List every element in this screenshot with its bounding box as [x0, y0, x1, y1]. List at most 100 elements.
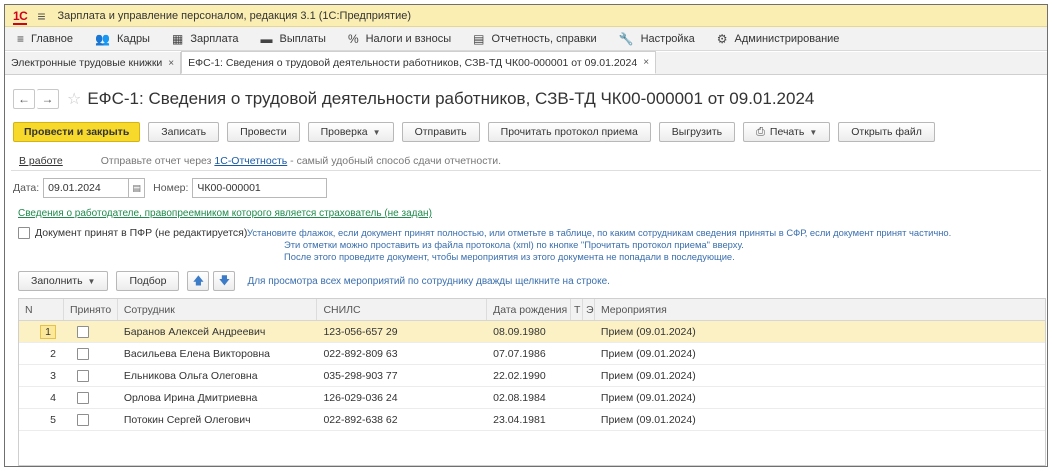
- close-icon[interactable]: ×: [168, 58, 174, 69]
- t-cell: [571, 387, 583, 408]
- menu-item-label: Налоги и взносы: [365, 32, 452, 45]
- back-button[interactable]: ←: [13, 89, 35, 109]
- menu-item-admin[interactable]: ⚙ Администрирование: [717, 32, 840, 46]
- table-row[interactable]: 1 Баранов Алексей Андреевич 123-056-657 …: [19, 321, 1045, 343]
- menu-item-label: Администрирование: [734, 32, 840, 45]
- events-cell: Прием (09.01.2024): [600, 347, 696, 360]
- column-header-events[interactable]: Мероприятия: [595, 299, 1045, 320]
- employer-info-link[interactable]: Сведения о работодателе, правопреемником…: [18, 208, 432, 219]
- birth-date-cell: 02.08.1984: [493, 391, 546, 404]
- tab-electronic-work-books[interactable]: Электронные трудовые книжки ×: [5, 52, 182, 74]
- save-button[interactable]: Записать: [148, 122, 220, 142]
- send-button[interactable]: Отправить: [401, 122, 480, 142]
- table-header: N Принято Сотрудник СНИЛС Дата рождения …: [19, 299, 1045, 321]
- row-accepted-checkbox[interactable]: [76, 391, 89, 404]
- printer-icon: ⎙: [756, 125, 765, 138]
- upload-button[interactable]: Выгрузить: [658, 122, 736, 142]
- table-row[interactable]: 5 Потокин Сергей Олегович 022-892-638 62…: [19, 409, 1045, 431]
- hint-line: Установите флажок, если документ принят …: [247, 227, 952, 238]
- events-cell: Прием (09.01.2024): [600, 391, 696, 404]
- table-row[interactable]: 2 Васильева Елена Викторовна 022-892-809…: [19, 343, 1045, 365]
- button-label: Заполнить: [31, 275, 83, 287]
- employee-cell: Потокин Сергей Олегович: [123, 413, 251, 426]
- calculator-icon: ▦: [171, 31, 184, 46]
- number-field[interactable]: ЧК00-000001: [192, 178, 328, 198]
- favorite-star-icon[interactable]: ☆: [67, 89, 81, 109]
- menu-item-salary[interactable]: ▦ Зарплата: [172, 32, 239, 46]
- menu-item-label: Кадры: [117, 32, 150, 45]
- column-header-t[interactable]: Т: [571, 299, 583, 320]
- accepted-cell: [64, 387, 118, 408]
- birth-date-cell: 07.07.1986: [493, 347, 546, 360]
- button-label: Печать: [769, 126, 805, 138]
- menu-item-hr[interactable]: 👥 Кадры: [95, 32, 150, 46]
- column-header-employee[interactable]: Сотрудник: [118, 299, 318, 320]
- status-message: Отправьте отчет через 1С-Отчетность - са…: [101, 155, 501, 167]
- hint-line: После этого проведите документ, чтобы ме…: [284, 251, 735, 262]
- snils-cell: 126-029-036 24: [323, 391, 398, 404]
- percent-icon: %: [347, 31, 359, 46]
- date-field[interactable]: 09.01.2024: [43, 178, 130, 198]
- read-protocol-button[interactable]: Прочитать протокол приема: [487, 122, 651, 142]
- close-icon[interactable]: ×: [643, 57, 649, 68]
- table-row[interactable]: 4 Орлова Ирина Дмитриевна 126-029-036 24…: [19, 387, 1045, 409]
- caret-down-icon: ▼: [809, 127, 818, 137]
- snils-cell: 022-892-809 63: [323, 347, 398, 360]
- wrench-icon: 🔧: [618, 31, 634, 46]
- forward-button[interactable]: →: [37, 89, 59, 109]
- fill-dropdown-button[interactable]: Заполнить ▼: [18, 271, 109, 291]
- accepted-cell: [64, 321, 118, 342]
- row-number: 2: [50, 347, 56, 360]
- check-dropdown-button[interactable]: Проверка ▼: [307, 122, 394, 142]
- row-accepted-checkbox[interactable]: [76, 325, 89, 338]
- post-and-close-button[interactable]: Провести и закрыть: [13, 122, 141, 142]
- accepted-checkbox[interactable]: [18, 227, 30, 239]
- number-label: Номер:: [153, 182, 189, 194]
- move-up-icon[interactable]: 🡅: [187, 271, 210, 291]
- column-header-accepted[interactable]: Принято: [64, 299, 118, 320]
- reporting-service-link[interactable]: 1С-Отчетность: [214, 155, 287, 167]
- menu-item-label: Зарплата: [190, 32, 239, 45]
- print-dropdown-button[interactable]: ⎙ Печать ▼: [743, 122, 831, 142]
- menu-item-reports[interactable]: ▤ Отчетность, справки: [473, 32, 597, 46]
- row-number-cell: 1: [19, 321, 64, 342]
- column-header-n[interactable]: N: [19, 299, 64, 320]
- row-accepted-checkbox[interactable]: [76, 347, 89, 360]
- calendar-icon[interactable]: ▤: [129, 178, 146, 198]
- app-logo[interactable]: 1С: [13, 8, 28, 25]
- post-button[interactable]: Провести: [227, 122, 300, 142]
- table-row[interactable]: 3 Ельникова Ольга Олеговна 035-298-903 7…: [19, 365, 1045, 387]
- status-message-text: - самый удобный способ сдачи отчетности.: [287, 155, 502, 167]
- birth-date-cell: 22.02.1990: [493, 369, 546, 382]
- menu-item-payments[interactable]: ▬ Выплаты: [260, 32, 325, 46]
- column-header-e[interactable]: Э: [583, 299, 595, 320]
- hamburger-menu-icon[interactable]: ≡: [37, 8, 45, 24]
- caret-down-icon: ▼: [87, 276, 96, 286]
- t-cell: [571, 365, 583, 386]
- menu-item-taxes[interactable]: % Налоги и взносы: [348, 32, 451, 46]
- document-status: В работе Отправьте отчет через 1С-Отчетн…: [19, 155, 501, 167]
- menu-item-main[interactable]: ≡ Главное: [17, 32, 73, 46]
- tab-efs1-document[interactable]: ЕФС-1: Сведения о трудовой деятельности …: [181, 51, 657, 74]
- row-number: 3: [50, 369, 56, 382]
- move-down-icon[interactable]: 🡇: [213, 271, 236, 291]
- row-accepted-checkbox[interactable]: [76, 413, 89, 426]
- e-cell: [583, 365, 595, 386]
- report-icon: ▤: [473, 31, 485, 46]
- t-cell: [571, 321, 583, 342]
- accepted-cell: [64, 343, 118, 364]
- events-cell: Прием (09.01.2024): [600, 413, 696, 426]
- accepted-cell: [64, 409, 118, 430]
- row-accepted-checkbox[interactable]: [76, 369, 89, 382]
- column-header-snils[interactable]: СНИЛС: [317, 299, 488, 320]
- row-number: 1: [40, 324, 56, 339]
- status-link[interactable]: В работе: [19, 155, 63, 167]
- t-cell: [571, 343, 583, 364]
- column-header-birth-date[interactable]: Дата рождения: [487, 299, 571, 320]
- hint-line: Эти отметки можно проставить из файла пр…: [284, 239, 744, 250]
- open-file-button[interactable]: Открыть файл: [838, 122, 935, 142]
- menu-item-settings[interactable]: 🔧 Настройка: [619, 32, 695, 46]
- select-button[interactable]: Подбор: [116, 271, 180, 291]
- accepted-checkbox-row[interactable]: Документ принят в ПФР (не редактируется): [18, 227, 247, 239]
- command-bar: Провести и закрыть Записать Провести Про…: [13, 121, 943, 143]
